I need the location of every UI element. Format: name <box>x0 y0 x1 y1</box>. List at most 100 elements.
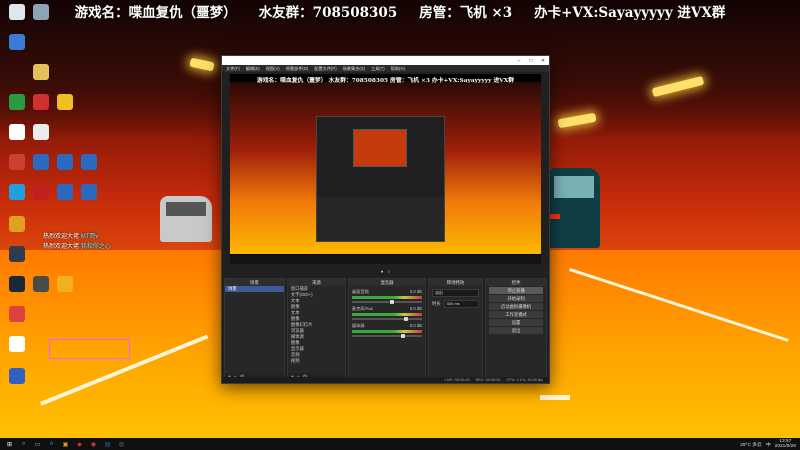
desktop-shortcut-icon[interactable] <box>28 64 54 80</box>
desktop-shortcut-icon[interactable] <box>28 124 54 140</box>
menu-item[interactable]: 视图(V) <box>266 66 280 72</box>
scenes-dock: 场景 场景 +− ⚙ <box>224 278 285 381</box>
track-name: 麦克风/Aux <box>351 306 373 311</box>
desktop-shortcut-icon[interactable] <box>52 184 78 200</box>
desktop-shortcut-icon[interactable] <box>4 154 30 170</box>
desktop-shortcut-icon[interactable] <box>28 4 54 20</box>
obs-titlebar[interactable]: – □ ✕ <box>222 56 549 65</box>
volume-meter <box>351 313 422 316</box>
shortcut-glyph-icon <box>33 154 49 170</box>
menu-item[interactable]: 配置文件(P) <box>314 66 336 72</box>
clock[interactable]: 13:57 2021/8/26 <box>775 439 796 449</box>
shortcut-glyph-icon <box>9 216 25 232</box>
desktop-shortcut-icon[interactable] <box>76 184 102 200</box>
desktop-shortcut-icon[interactable] <box>4 184 30 200</box>
desktop-shortcut-icon[interactable] <box>4 94 30 110</box>
menu-item[interactable]: 停靠部件(D) <box>286 66 309 72</box>
mixer-track: 桌面音频 0.0 dB <box>351 289 422 304</box>
taskbar-app-icon[interactable]: ◎ <box>117 440 126 449</box>
preview-taskbar <box>230 255 541 264</box>
menu-item[interactable]: 文件(F) <box>226 66 240 72</box>
desktop-shortcut-icon[interactable] <box>4 246 30 262</box>
desktop-shortcut-icon[interactable] <box>4 34 30 50</box>
shortcut-glyph-icon <box>9 94 25 110</box>
volume-fader[interactable] <box>351 317 422 321</box>
shortcut-glyph-icon <box>9 124 25 140</box>
shortcut-glyph-icon <box>9 4 25 20</box>
mixer-dock: 混音器 桌面音频 0.0 dB 麦克风/Aux 0.0 dB 媒体源 0.0 dB <box>347 278 426 381</box>
desktop-shortcut-icon[interactable] <box>76 154 102 170</box>
toolbar-record-icon[interactable]: ● <box>381 269 384 274</box>
fader-knob[interactable] <box>404 317 409 321</box>
shortcut-glyph-icon <box>9 154 25 170</box>
duration-label: 时长 <box>431 301 441 306</box>
toolbar-lock-icon[interactable]: ○ <box>388 269 391 274</box>
desktop-shortcut-icon[interactable] <box>28 276 54 292</box>
taskbar-app-icon[interactable]: ▭ <box>33 440 42 449</box>
obs-preview[interactable]: 游戏名：喋血复仇（噩梦） 水友群：708508305 房管：飞机 ×3 办卡+V… <box>230 74 541 264</box>
control-button[interactable]: 设置 <box>489 319 543 326</box>
sources-dock: 来源 窗口捕获 文字(GDI+) 文本 图像 文本 图像 图像幻灯片 浏览器 媒体源 图像 显示器音… <box>286 278 346 381</box>
fader-knob[interactable] <box>400 334 405 338</box>
desktop-shortcut-icon[interactable] <box>4 4 30 20</box>
preview-banner: 游戏名：喋血复仇（噩梦） 水友群：708508305 房管：飞机 ×3 办卡+V… <box>256 78 515 84</box>
shortcut-glyph-icon <box>81 154 97 170</box>
control-button[interactable]: 停止直播 <box>489 287 543 294</box>
taskbar-app-icon[interactable]: e <box>47 440 56 449</box>
shortcut-glyph-icon <box>9 184 25 200</box>
stream-message: 热烈欢迎大佬 我和你之心 <box>43 244 111 250</box>
desktop-shortcut-icon[interactable] <box>52 94 78 110</box>
minimize-icon[interactable]: – <box>513 56 525 65</box>
shortcut-glyph-icon <box>9 336 25 352</box>
menu-item[interactable]: 编辑(E) <box>246 66 260 72</box>
close-icon[interactable]: ✕ <box>537 56 549 65</box>
transition-select[interactable]: 淡出 <box>431 289 480 297</box>
overlay-selection-box <box>49 339 130 359</box>
control-button[interactable]: 开始录制 <box>489 295 543 302</box>
source-item[interactable]: 视频 <box>288 358 345 364</box>
menu-item[interactable]: 场景集合(S) <box>343 66 365 72</box>
desktop-shortcut-icon[interactable] <box>28 184 54 200</box>
input-language[interactable]: 中 <box>766 441 771 448</box>
track-db: 0.0 dB <box>409 306 422 311</box>
mixer-track: 媒体源 0.0 dB <box>351 323 422 338</box>
shortcut-glyph-icon <box>57 94 73 110</box>
scene-item[interactable]: 场景 <box>225 286 284 292</box>
control-button[interactable]: 启动虚拟摄像机 <box>489 303 543 310</box>
obs-menubar: 文件(F) 编辑(E) 视图(V) 停靠部件(D) 配置文件(P) 场景集合(S) 工具(T… <box>222 65 549 72</box>
taskbar-app-icon[interactable]: ◆ <box>75 440 84 449</box>
desktop-shortcut-icon[interactable] <box>4 124 30 140</box>
desktop-shortcut-icon[interactable] <box>28 154 54 170</box>
weather-widget[interactable]: 29°C 多云 <box>740 441 762 448</box>
shortcut-glyph-icon <box>81 184 97 200</box>
control-button[interactable]: 工作室模式 <box>489 311 543 318</box>
taskbar-app-icon[interactable]: ○ <box>19 440 28 449</box>
taskbar-app-icon[interactable]: ▤ <box>103 440 112 449</box>
volume-fader[interactable] <box>351 300 422 304</box>
taskbar-app-icon[interactable]: ▣ <box>61 440 70 449</box>
fader-knob[interactable] <box>390 300 395 304</box>
maximize-icon[interactable]: □ <box>525 56 537 65</box>
shortcut-glyph-icon <box>57 154 73 170</box>
duration-input[interactable]: 300 ms <box>443 300 480 308</box>
desktop-shortcut-icon[interactable] <box>52 154 78 170</box>
status-readout: REC: 00:00:00 <box>475 378 501 382</box>
control-button[interactable]: 退出 <box>489 327 543 334</box>
desktop-shortcut-icon[interactable] <box>52 276 78 292</box>
desktop-shortcut-icon[interactable] <box>4 368 30 384</box>
shortcut-glyph-icon <box>9 246 25 262</box>
taskbar-app-icon[interactable]: ◉ <box>89 440 98 449</box>
track-name: 桌面音频 <box>351 289 369 294</box>
system-tray: 29°C 多云 中 13:57 2021/8/26 <box>740 438 796 450</box>
desktop-shortcut-icon[interactable] <box>4 216 30 232</box>
menu-item[interactable]: 工具(T) <box>371 66 385 72</box>
obs-window[interactable]: – □ ✕ 文件(F) 编辑(E) 视图(V) 停靠部件(D) 配置文件(P) 场景集合(… <box>221 55 550 384</box>
volume-fader[interactable] <box>351 334 422 338</box>
desktop-shortcut-icon[interactable] <box>28 94 54 110</box>
desktop-shortcut-icon[interactable] <box>4 306 30 322</box>
taskbar-app-icon[interactable]: ⊞ <box>5 440 14 449</box>
mixer-title: 混音器 <box>348 279 425 286</box>
menu-item[interactable]: 帮助(H) <box>391 66 405 72</box>
desktop-shortcut-icon[interactable] <box>4 276 30 292</box>
desktop-shortcut-icon[interactable] <box>4 336 30 352</box>
